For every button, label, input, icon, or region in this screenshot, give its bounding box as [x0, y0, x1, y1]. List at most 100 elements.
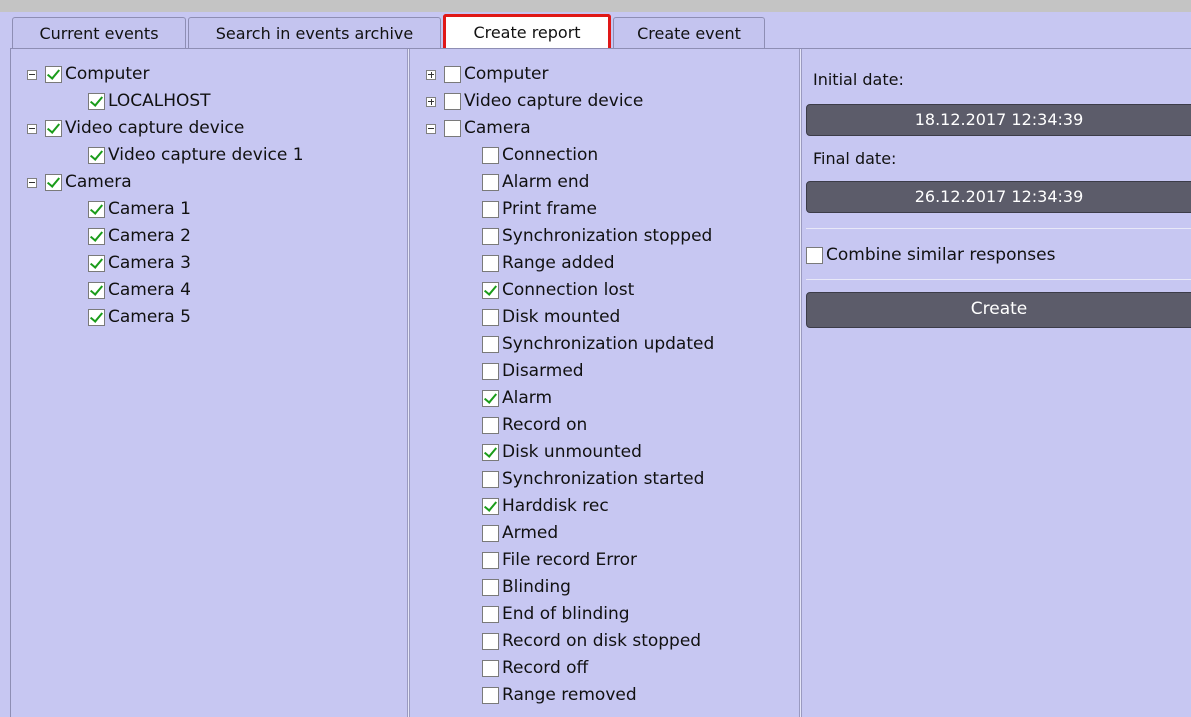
- tree-item-checkbox[interactable]: [482, 336, 499, 353]
- tree-item-checkbox[interactable]: [88, 228, 105, 245]
- tree-item-checkbox[interactable]: [444, 66, 461, 83]
- tree-item-checkbox[interactable]: [444, 120, 461, 137]
- tree-item-checkbox[interactable]: [88, 282, 105, 299]
- tree-item[interactable]: Range removed: [482, 682, 637, 709]
- tree-item[interactable]: LOCALHOST: [88, 88, 211, 115]
- tree-item[interactable]: Disk mounted: [482, 304, 620, 331]
- panel-left-border: [10, 48, 11, 717]
- tree-item[interactable]: Harddisk rec: [482, 493, 609, 520]
- collapse-icon[interactable]: [27, 123, 37, 134]
- tree-item-checkbox[interactable]: [482, 228, 499, 245]
- tree-item[interactable]: Synchronization stopped: [482, 223, 712, 250]
- tree-item-checkbox[interactable]: [482, 255, 499, 272]
- tree-item[interactable]: Record on: [482, 412, 587, 439]
- tree-item[interactable]: Video capture device: [426, 88, 643, 115]
- tree-item-checkbox[interactable]: [88, 147, 105, 164]
- tree-item[interactable]: Synchronization started: [482, 466, 704, 493]
- tree-item[interactable]: Connection: [482, 142, 598, 169]
- tree-item[interactable]: Alarm: [482, 385, 552, 412]
- tree-item[interactable]: Record on disk stopped: [482, 628, 701, 655]
- tree-item-label: Connection: [502, 145, 599, 165]
- tree-item-checkbox[interactable]: [482, 363, 499, 380]
- tree-item-checkbox[interactable]: [88, 255, 105, 272]
- tree-item[interactable]: Video capture device: [27, 115, 244, 142]
- create-button[interactable]: Create: [806, 292, 1191, 328]
- tree-item-checkbox[interactable]: [482, 660, 499, 677]
- expand-icon[interactable]: [426, 69, 436, 80]
- panel-divider-right[interactable]: [799, 49, 802, 717]
- tree-item[interactable]: Camera 1: [88, 196, 191, 223]
- tree-item-checkbox[interactable]: [482, 417, 499, 434]
- tree-item-label: Camera 3: [108, 253, 191, 273]
- tree-item[interactable]: Camera 4: [88, 277, 191, 304]
- tree-item[interactable]: Alarm end: [482, 169, 589, 196]
- tree-item-checkbox[interactable]: [45, 66, 62, 83]
- tree-item-label: Disk mounted: [502, 307, 621, 327]
- tree-item[interactable]: End of blinding: [482, 601, 630, 628]
- tab-create-report[interactable]: Create report: [443, 14, 611, 49]
- window-top-strip: [0, 0, 1191, 12]
- tree-item-checkbox[interactable]: [45, 174, 62, 191]
- tree-item[interactable]: Synchronization updated: [482, 331, 714, 358]
- tree-item[interactable]: File record Error: [482, 547, 637, 574]
- tree-item-checkbox[interactable]: [88, 93, 105, 110]
- collapse-icon[interactable]: [27, 69, 37, 80]
- tree-item[interactable]: Camera: [426, 115, 531, 142]
- tree-item-checkbox[interactable]: [482, 525, 499, 542]
- final-date-field[interactable]: 26.12.2017 12:34:39: [806, 181, 1191, 213]
- tree-item-checkbox[interactable]: [482, 309, 499, 326]
- tree-item-checkbox[interactable]: [482, 201, 499, 218]
- collapse-icon[interactable]: [426, 123, 436, 134]
- tree-item-checkbox[interactable]: [482, 633, 499, 650]
- tree-item-checkbox[interactable]: [45, 120, 62, 137]
- tree-item[interactable]: Video capture device 1: [88, 142, 304, 169]
- tree-item-checkbox[interactable]: [482, 687, 499, 704]
- tree-item-checkbox[interactable]: [482, 147, 499, 164]
- initial-date-field[interactable]: 18.12.2017 12:34:39: [806, 104, 1191, 136]
- tab-current-events[interactable]: Current events: [12, 17, 186, 48]
- tree-item[interactable]: Disarmed: [482, 358, 584, 385]
- tree-item-label: Armed: [502, 523, 559, 543]
- tree-item-checkbox[interactable]: [88, 309, 105, 326]
- tree-item-label: Harddisk rec: [502, 496, 609, 516]
- tree-item-label: Synchronization stopped: [502, 226, 713, 246]
- tree-item-checkbox[interactable]: [482, 282, 499, 299]
- tree-item-checkbox[interactable]: [482, 444, 499, 461]
- tree-item-checkbox[interactable]: [88, 201, 105, 218]
- combine-checkbox[interactable]: [806, 247, 823, 264]
- tree-item[interactable]: Range added: [482, 250, 615, 277]
- middle-tree-panel: Computer Video capture device Camera Connec…: [411, 49, 800, 717]
- tab-search-events-archive[interactable]: Search in events archive: [188, 17, 441, 48]
- tree-item-checkbox[interactable]: [482, 579, 499, 596]
- tree-item[interactable]: Computer: [426, 61, 549, 88]
- tree-item[interactable]: Camera 3: [88, 250, 191, 277]
- tree-item[interactable]: Computer: [27, 61, 150, 88]
- tree-item[interactable]: Camera 5: [88, 304, 191, 331]
- tree-item-label: Camera 5: [108, 307, 191, 327]
- tree-item[interactable]: Disk unmounted: [482, 439, 642, 466]
- tree-item[interactable]: Print frame: [482, 196, 597, 223]
- tree-item-label: Camera: [464, 118, 531, 138]
- tree-item-label: Record off: [502, 658, 589, 678]
- tree-item-label: Alarm: [502, 388, 553, 408]
- expand-icon[interactable]: [426, 96, 436, 107]
- tree-item-label: End of blinding: [502, 604, 630, 624]
- collapse-icon[interactable]: [27, 177, 37, 188]
- tree-item-checkbox[interactable]: [482, 390, 499, 407]
- tree-item-checkbox[interactable]: [482, 552, 499, 569]
- combine-similar-responses[interactable]: Combine similar responses: [806, 242, 1055, 269]
- tree-item[interactable]: Blinding: [482, 574, 571, 601]
- tree-item-checkbox[interactable]: [482, 471, 499, 488]
- tree-item[interactable]: Record off: [482, 655, 588, 682]
- tree-item-checkbox[interactable]: [482, 498, 499, 515]
- tree-item-checkbox[interactable]: [444, 93, 461, 110]
- tree-item[interactable]: Connection lost: [482, 277, 634, 304]
- tree-item-checkbox[interactable]: [482, 174, 499, 191]
- tree-item[interactable]: Armed: [482, 520, 558, 547]
- tree-item-checkbox[interactable]: [482, 606, 499, 623]
- panel-divider-left[interactable]: [407, 49, 410, 717]
- tree-item[interactable]: Camera 2: [88, 223, 191, 250]
- tree-item-label: Camera 4: [108, 280, 191, 300]
- tab-create-event[interactable]: Create event: [613, 17, 765, 48]
- tree-item[interactable]: Camera: [27, 169, 132, 196]
